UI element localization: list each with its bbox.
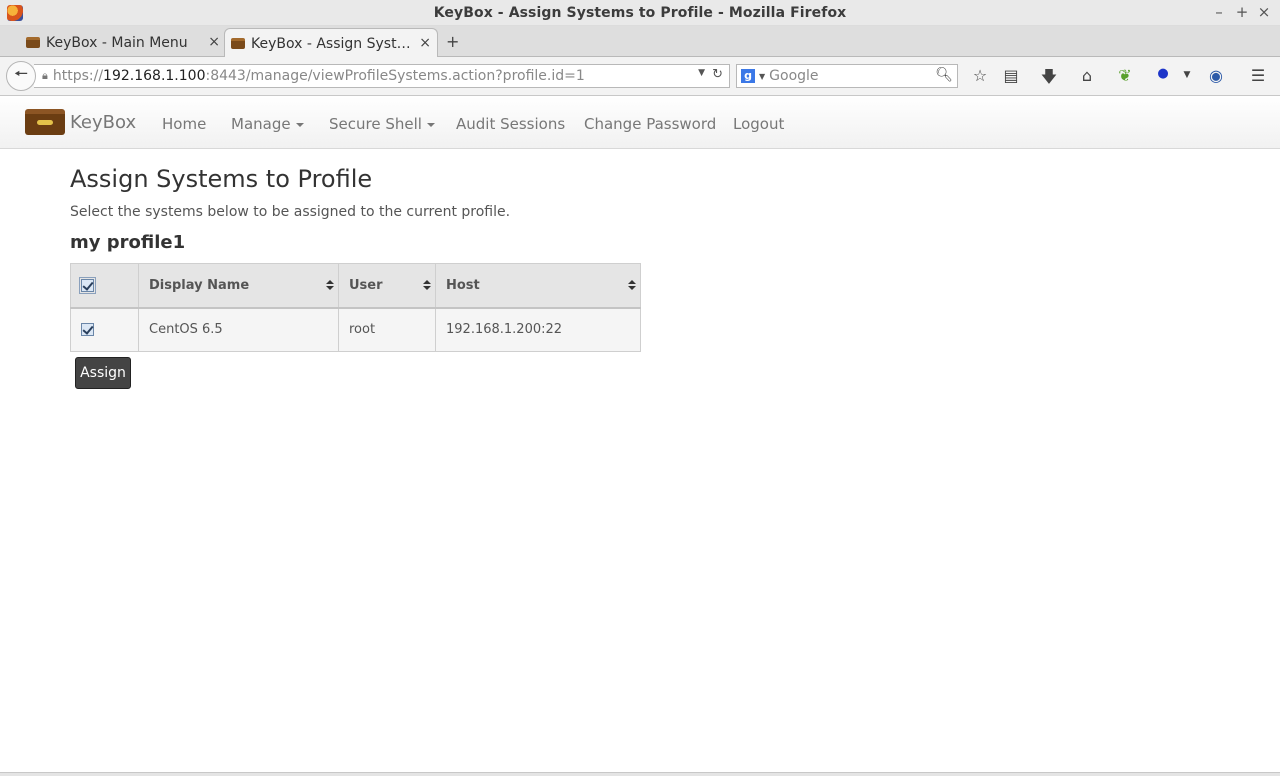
row-select-cell[interactable] [70,307,139,352]
nav-logout[interactable]: Logout [733,115,784,133]
search-placeholder: Google [769,68,819,84]
select-all-checkbox[interactable] [79,276,96,294]
column-user[interactable]: User [338,263,436,309]
home-icon[interactable]: ⌂ [1076,66,1098,85]
column-display-name[interactable]: Display Name [138,263,339,309]
reading-list-icon[interactable]: ▤ [1000,66,1022,85]
google-engine-icon[interactable]: g [741,69,755,83]
caret-down-icon [295,122,304,127]
brand-name: KeyBox [70,111,137,133]
close-window-icon[interactable]: × [1254,3,1274,21]
nav-manage[interactable]: Manage [231,115,304,133]
back-button[interactable]: 🠔 [6,61,36,91]
close-tab-icon[interactable]: × [419,35,431,51]
url-host: 192.168.1.100 [103,68,206,84]
minimize-icon[interactable]: – [1209,3,1229,21]
tab-main-menu[interactable]: KeyBox - Main Menu × [20,28,226,58]
magnifier-icon[interactable]: 🔍︎ [935,67,953,83]
column-header-label: Display Name [149,277,250,293]
nav-home[interactable]: Home [162,115,206,133]
keybox-favicon-icon [26,37,40,48]
window-title: KeyBox - Assign Systems to Profile - Moz… [433,4,847,21]
engine-dropdown-icon[interactable]: ▼ [759,72,765,81]
table-header-row: Display Name User Host [70,263,641,309]
new-tab-icon[interactable]: + [446,32,459,51]
cell-display-name: CentOS 6.5 [138,307,339,352]
assign-button[interactable]: Assign [75,357,131,389]
sort-icon[interactable] [423,280,431,292]
maximize-icon[interactable]: + [1232,3,1252,21]
sort-icon[interactable] [326,280,334,292]
star-icon[interactable]: ☆ [969,66,991,85]
tab-label: KeyBox - Assign Syst… [251,35,411,52]
systems-table: Display Name User Host CentOS 6.5 root 1… [70,263,641,352]
caret-down-icon [426,122,435,127]
leaf-icon[interactable]: ❦ [1114,66,1136,85]
row-checkbox[interactable] [81,323,94,337]
keybox-logo-icon [25,109,65,135]
nav-manage-label: Manage [231,115,291,133]
window-titlebar: KeyBox - Assign Systems to Profile - Moz… [0,0,1280,26]
window-bottom-edge [0,772,1280,776]
search-bar[interactable]: g ▼ Google 🔍︎ [736,64,958,88]
page-description: Select the systems below to be assigned … [70,204,511,220]
select-all-header[interactable] [70,263,139,309]
tab-assign-systems[interactable]: KeyBox - Assign Syst… × [224,28,438,58]
circle-icon[interactable]: ◉ [1205,66,1227,85]
column-header-label: Host [446,277,480,293]
profile-name: my profile1 [70,232,186,253]
page-title: Assign Systems to Profile [70,165,373,193]
back-arrow-icon: 🠔 [13,63,28,83]
column-host[interactable]: Host [435,263,641,309]
app-navbar: KeyBox Home Manage Secure Shell Audit Se… [0,97,1280,149]
tab-strip: KeyBox - Main Menu × KeyBox - Assign Sys… [0,26,1280,58]
abp-dropdown-icon[interactable]: ▼ [1176,70,1198,80]
tab-label: KeyBox - Main Menu [46,35,188,51]
keybox-favicon-icon [231,38,245,49]
cell-user: root [338,307,436,352]
navigation-toolbar: 🔒︎ https://192.168.1.100:8443/manage/vie… [0,57,1280,96]
address-bar[interactable]: 🔒︎ https://192.168.1.100:8443/manage/vie… [34,64,730,88]
download-icon[interactable]: 🡇 [1038,66,1060,93]
table-row: CentOS 6.5 root 192.168.1.200:22 [70,307,641,352]
url-rest: :8443/manage/viewProfileSystems.action?p… [205,68,585,84]
firefox-icon [7,5,23,21]
cell-host: 192.168.1.200:22 [435,307,641,352]
hamburger-icon[interactable]: ☰ [1247,66,1269,85]
nav-secure-shell-label: Secure Shell [329,115,422,133]
brand[interactable]: KeyBox [25,109,136,135]
sort-icon[interactable] [628,280,636,292]
url-scheme: https:// [52,68,104,84]
column-header-label: User [349,277,383,293]
nav-audit-sessions[interactable]: Audit Sessions [456,115,565,133]
lock-icon: 🔒︎ [42,69,48,82]
url-dropdown-icon[interactable]: ▼ [698,68,705,78]
abp-icon[interactable]: ● [1152,66,1174,81]
reload-icon[interactable]: ↻ [712,67,723,82]
nav-change-password[interactable]: Change Password [584,115,716,133]
close-tab-icon[interactable]: × [208,34,220,50]
nav-secure-shell[interactable]: Secure Shell [329,115,435,133]
